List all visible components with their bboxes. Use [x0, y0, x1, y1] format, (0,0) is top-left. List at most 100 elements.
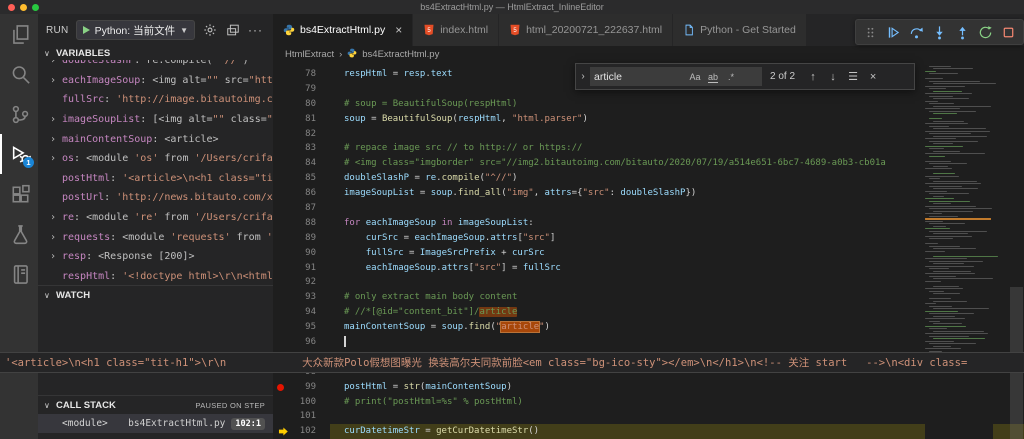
- code-line-84[interactable]: 84 # <img class="imgborder" src="//img2.b…: [273, 156, 1024, 171]
- code-line-85[interactable]: 85 doubleSlashP = re.compile("^//"): [273, 171, 1024, 186]
- variable-row-resp[interactable]: › resp: <Response [200]>: [38, 247, 273, 267]
- code-line-93[interactable]: 93 # only extract main body content: [273, 290, 1024, 305]
- gutter[interactable]: 91: [273, 261, 330, 276]
- line-text[interactable]: curSrc = eachImageSoup.attrs["src"]: [330, 231, 1024, 246]
- activity-item-testing[interactable]: [0, 214, 38, 254]
- previous-match-button[interactable]: ↑: [803, 71, 823, 83]
- code-line-91[interactable]: 91 eachImageSoup.attrs["src"] = fullSrc: [273, 261, 1024, 276]
- stop-button[interactable]: [997, 21, 1020, 43]
- activity-item-extensions[interactable]: [0, 174, 38, 214]
- gutter[interactable]: 80: [273, 97, 330, 112]
- gutter[interactable]: 95: [273, 320, 330, 335]
- line-text[interactable]: postHtml = str(mainContentSoup): [330, 380, 1024, 395]
- line-text[interactable]: [330, 409, 1024, 424]
- debug-config-dropdown[interactable]: Python: 当前文件 ▼: [75, 20, 196, 40]
- code-line-99[interactable]: 99 postHtml = str(mainContentSoup): [273, 380, 1024, 395]
- variable-row-postUrl[interactable]: postUrl: 'http://news.bitauto.com/xi…: [38, 188, 273, 208]
- gutter[interactable]: 89: [273, 231, 330, 246]
- start-debug-icon[interactable]: [82, 26, 90, 34]
- line-text[interactable]: for eachImageSoup in imageSoupList:: [330, 216, 1024, 231]
- more-actions-icon[interactable]: ···: [248, 23, 263, 37]
- variable-row-fullSrc[interactable]: fullSrc: 'http://image.bitautoimg.co…: [38, 90, 273, 110]
- line-text[interactable]: fullSrc = ImageSrcPrefix + curSrc: [330, 246, 1024, 261]
- code-line-102[interactable]: 102 curDatetimeStr = getCurDatetimeStr(): [273, 424, 1024, 439]
- expand-chevron-icon[interactable]: ›: [50, 212, 62, 223]
- breadcrumb-file[interactable]: bs4ExtractHtml.py: [362, 49, 439, 60]
- gutter[interactable]: 79: [273, 82, 330, 97]
- expand-chevron-icon[interactable]: ›: [50, 251, 62, 262]
- activity-item-source-control[interactable]: [0, 94, 38, 134]
- grip-icon[interactable]: [859, 21, 882, 43]
- tab-python-get-started[interactable]: Python - Get Started: [673, 14, 807, 46]
- variable-row-respHtml[interactable]: respHtml: '<!doctype html>\r\n<html …: [38, 267, 273, 285]
- continue-button[interactable]: [882, 21, 905, 43]
- gutter[interactable]: 82: [273, 127, 330, 142]
- line-text[interactable]: curDatetimeStr = getCurDatetimeStr(): [330, 424, 1024, 439]
- gutter[interactable]: 99: [273, 380, 330, 395]
- gear-icon[interactable]: [202, 22, 218, 38]
- whole-word-icon[interactable]: ab: [704, 71, 722, 83]
- line-text[interactable]: [330, 201, 1024, 216]
- code-line-88[interactable]: 88 for eachImageSoup in imageSoupList:: [273, 216, 1024, 231]
- expand-chevron-icon[interactable]: ›: [50, 134, 62, 145]
- debug-console-icon[interactable]: [225, 22, 241, 38]
- variable-row-doubleSlashP[interactable]: › doubleSlashP: re.compile('^//'): [38, 60, 273, 71]
- variable-row-mainContentSoup[interactable]: › mainContentSoup: <article>: [38, 129, 273, 149]
- breakpoint-icon[interactable]: [277, 383, 284, 391]
- tab-index-html[interactable]: 5 index.html: [413, 14, 500, 46]
- line-text[interactable]: soup = BeautifulSoup(respHtml, "html.par…: [330, 112, 1024, 127]
- code-line-101[interactable]: 101: [273, 409, 1024, 424]
- callstack-section-header[interactable]: ∨ CALL STACK PAUSED ON STEP: [38, 395, 273, 412]
- gutter[interactable]: 86: [273, 186, 330, 201]
- gutter[interactable]: 102: [273, 424, 330, 439]
- code-line-100[interactable]: 100 # print("postHtml=%s" % postHtml): [273, 395, 1024, 410]
- gutter-marker[interactable]: [273, 426, 290, 437]
- code-area[interactable]: 78 respHtml = resp.text 79 80 # soup = Beaut…: [273, 63, 1024, 439]
- line-text[interactable]: # print("postHtml=%s" % postHtml): [330, 395, 1024, 410]
- regex-icon[interactable]: .*: [722, 72, 740, 82]
- gutter[interactable]: 100: [273, 395, 330, 410]
- activity-item-explorer[interactable]: [0, 14, 38, 54]
- find-input[interactable]: [594, 70, 686, 83]
- close-find-button[interactable]: ×: [863, 71, 883, 83]
- expand-chevron-icon[interactable]: ›: [50, 60, 62, 66]
- gutter[interactable]: 83: [273, 141, 330, 156]
- line-text[interactable]: # soup = BeautifulSoup(respHtml): [330, 97, 1024, 112]
- activity-item-search[interactable]: [0, 54, 38, 94]
- code-line-87[interactable]: 87: [273, 201, 1024, 216]
- code-line-86[interactable]: 86 imageSoupList = soup.find_all("img", a…: [273, 186, 1024, 201]
- code-line-96[interactable]: 96: [273, 335, 1024, 350]
- line-text[interactable]: doubleSlashP = re.compile("^//"): [330, 171, 1024, 186]
- line-text[interactable]: [330, 127, 1024, 142]
- code-line-94[interactable]: 94 # //*[@id="content_bit"]/article: [273, 305, 1024, 320]
- step-over-button[interactable]: [905, 21, 928, 43]
- expand-chevron-icon[interactable]: ›: [50, 153, 62, 164]
- find-toggle-chevron-icon[interactable]: ›: [576, 71, 590, 82]
- match-case-icon[interactable]: Aa: [686, 72, 704, 82]
- code-line-81[interactable]: 81 soup = BeautifulSoup(respHtml, "html.p…: [273, 112, 1024, 127]
- gutter[interactable]: 78: [273, 67, 330, 82]
- gutter[interactable]: 85: [273, 171, 330, 186]
- line-text[interactable]: # //*[@id="content_bit"]/article: [330, 305, 1024, 320]
- gutter[interactable]: 88: [273, 216, 330, 231]
- breadcrumb[interactable]: HtmlExtract › bs4ExtractHtml.py: [273, 46, 1024, 63]
- variable-row-imageSoupList[interactable]: ›imageSoupList: [<img alt="" class="s…: [38, 110, 273, 130]
- gutter[interactable]: 94: [273, 305, 330, 320]
- find-in-selection-button[interactable]: ☰: [843, 70, 863, 83]
- variable-row-requests[interactable]: ›requests: <module 'requests' from '/…: [38, 227, 273, 247]
- code-line-92[interactable]: 92: [273, 275, 1024, 290]
- watch-section-header[interactable]: ∨ WATCH: [38, 285, 273, 302]
- line-text[interactable]: [330, 335, 1024, 350]
- gutter[interactable]: 90: [273, 246, 330, 261]
- gutter-marker[interactable]: [273, 383, 290, 391]
- gutter[interactable]: 92: [273, 275, 330, 290]
- next-match-button[interactable]: ↓: [823, 71, 843, 83]
- tab-bs4extracthtml-py[interactable]: bs4ExtractHtml.py ×: [273, 14, 414, 46]
- gutter[interactable]: 87: [273, 201, 330, 216]
- variable-row-postHtml[interactable]: postHtml: '<article>\n<h1 class="tit…: [38, 169, 273, 189]
- close-tab-icon[interactable]: ×: [395, 23, 402, 37]
- code-line-90[interactable]: 90 fullSrc = ImageSrcPrefix + curSrc: [273, 246, 1024, 261]
- code-line-89[interactable]: 89 curSrc = eachImageSoup.attrs["src"]: [273, 231, 1024, 246]
- code-line-95[interactable]: 95 mainContentSoup = soup.find("article"): [273, 320, 1024, 335]
- expand-chevron-icon[interactable]: ›: [50, 75, 62, 86]
